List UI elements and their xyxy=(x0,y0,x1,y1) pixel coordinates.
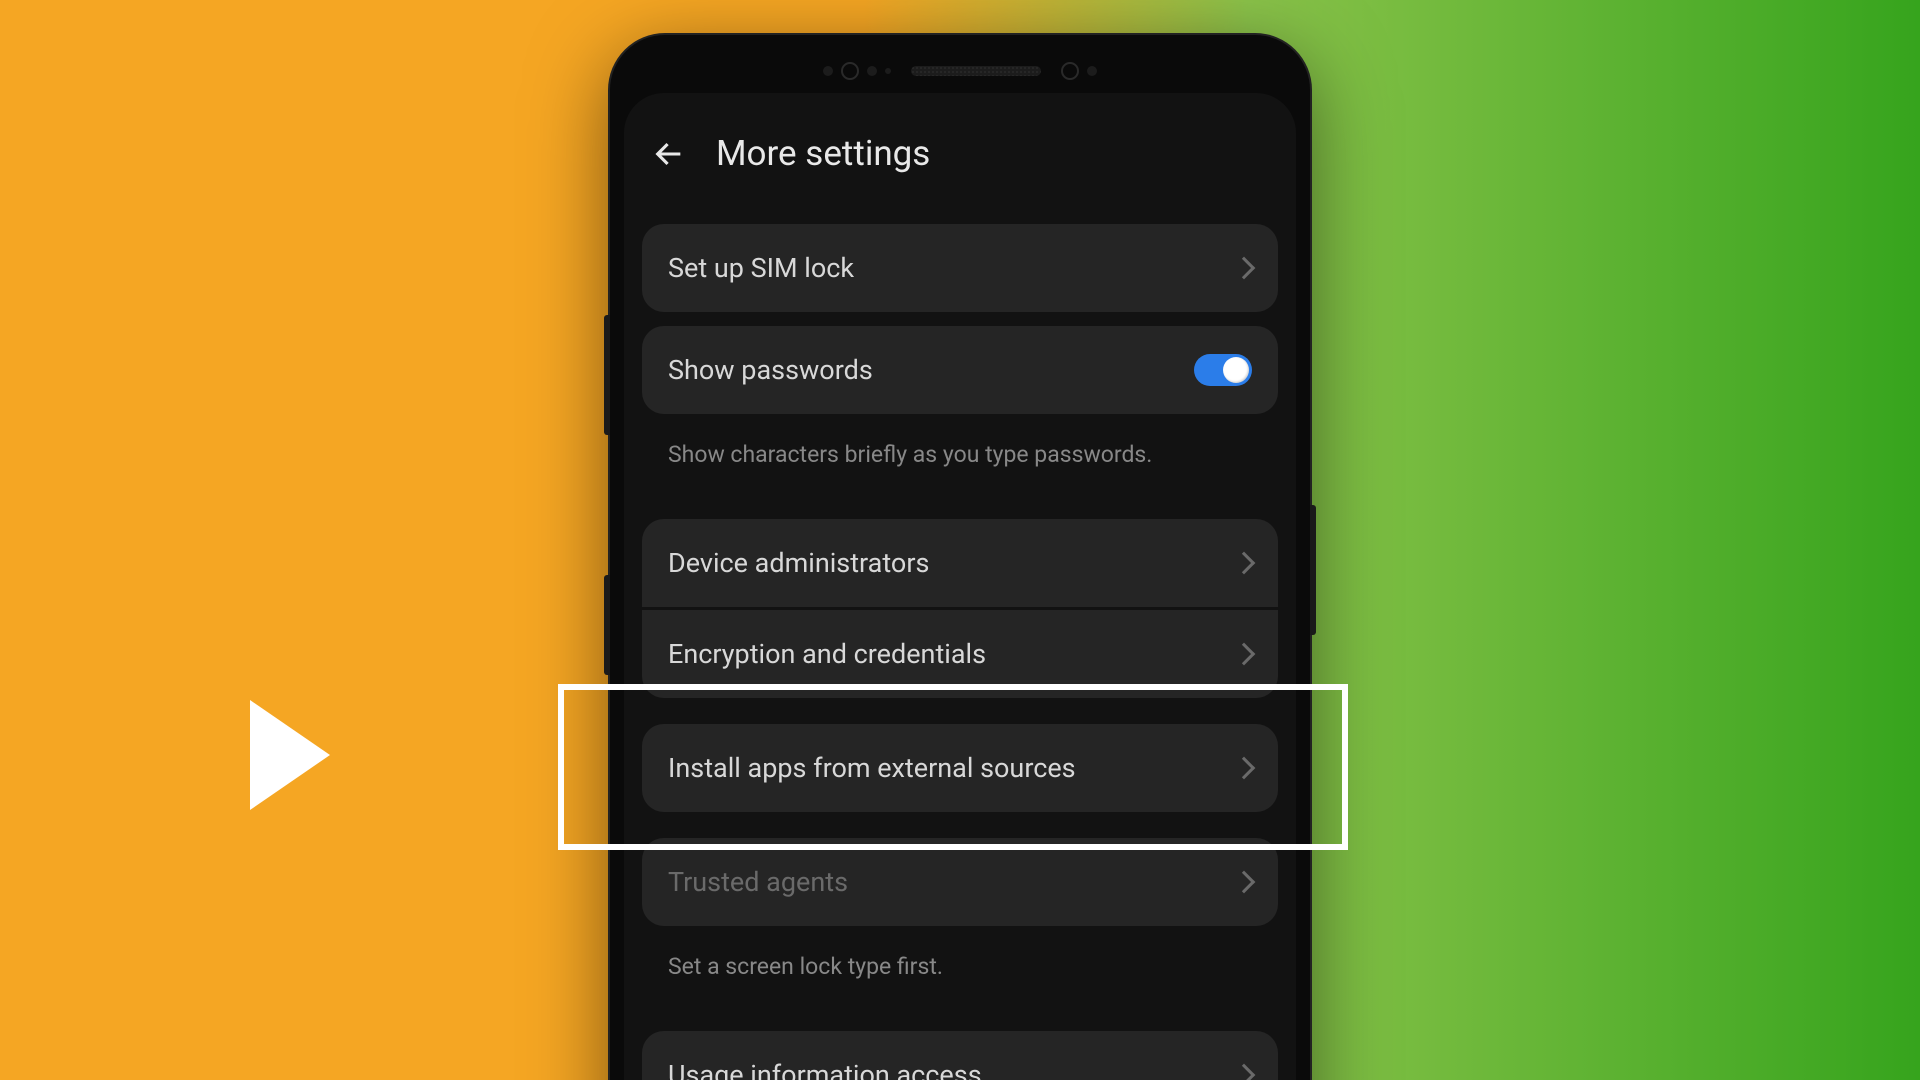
row-label: Device administrators xyxy=(668,547,929,579)
chevron-right-icon xyxy=(1233,757,1256,780)
toggle-show-passwords[interactable] xyxy=(1194,354,1252,386)
row-show-passwords[interactable]: Show passwords xyxy=(642,326,1278,414)
row-label: Encryption and credentials xyxy=(668,638,986,670)
play-icon xyxy=(250,700,330,810)
phone-notch xyxy=(624,49,1296,93)
back-arrow-icon[interactable] xyxy=(652,137,686,171)
row-label: Install apps from external sources xyxy=(668,752,1076,784)
chevron-right-icon xyxy=(1233,1064,1256,1080)
row-encryption[interactable]: Encryption and credentials xyxy=(642,610,1278,698)
hint-trusted-agents: Set a screen lock type first. xyxy=(642,931,1278,1026)
row-label: Trusted agents xyxy=(668,866,848,898)
chevron-right-icon xyxy=(1233,257,1256,280)
row-label: Show passwords xyxy=(668,354,873,386)
row-device-admins[interactable]: Device administrators xyxy=(642,519,1278,607)
chevron-right-icon xyxy=(1233,643,1256,666)
row-install-external[interactable]: Install apps from external sources xyxy=(642,724,1278,812)
phone-screen: More settings Set up SIM lock Show passw… xyxy=(624,93,1296,1080)
row-label: Usage information access xyxy=(668,1059,982,1080)
volume-button xyxy=(604,315,610,435)
settings-list: Set up SIM lock Show passwords Show char… xyxy=(642,224,1278,1080)
row-usage-info[interactable]: Usage information access xyxy=(642,1031,1278,1080)
row-trusted-agents: Trusted agents xyxy=(642,838,1278,926)
chevron-right-icon xyxy=(1233,552,1256,575)
row-sim-lock[interactable]: Set up SIM lock xyxy=(642,224,1278,312)
toggle-knob xyxy=(1223,357,1249,383)
page-title: More settings xyxy=(716,133,930,174)
header: More settings xyxy=(642,93,1278,224)
hint-show-passwords: Show characters briefly as you type pass… xyxy=(642,419,1278,514)
chevron-right-icon xyxy=(1233,871,1256,894)
side-button xyxy=(604,575,610,675)
phone-frame: More settings Set up SIM lock Show passw… xyxy=(610,35,1310,1080)
power-button xyxy=(1310,505,1316,635)
row-label: Set up SIM lock xyxy=(668,252,854,284)
